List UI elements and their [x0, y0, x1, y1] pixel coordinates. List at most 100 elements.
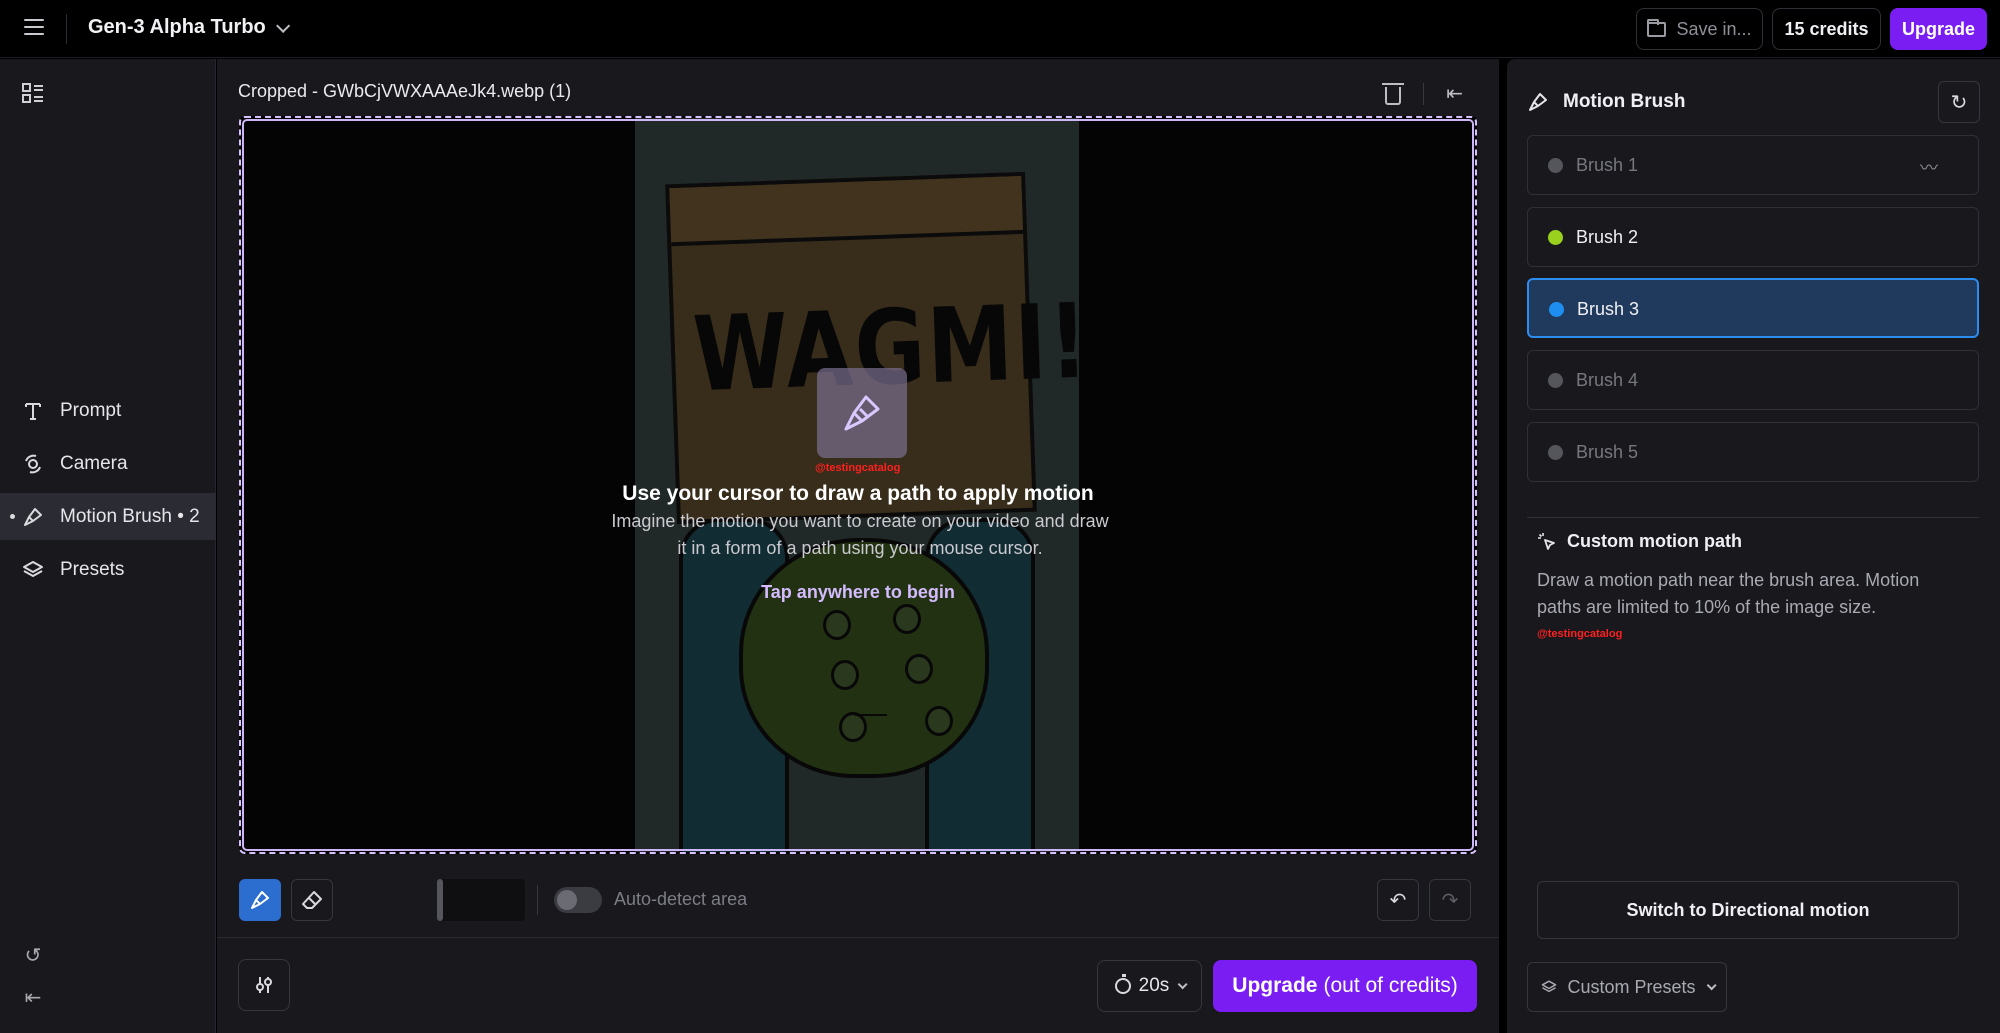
panel-header: Motion Brush: [1527, 91, 1685, 113]
redo-button[interactable]: ↷: [1429, 879, 1471, 921]
brush-color-dot: [1548, 230, 1563, 245]
layers-icon: [1542, 980, 1557, 993]
brush-icon: [844, 395, 880, 431]
undo-icon: ↶: [1389, 889, 1407, 912]
camera-move-icon: [25, 454, 41, 474]
brush-label: Brush 1: [1576, 155, 1639, 175]
brush-toolbar: Auto-detect area ↶ ↷: [239, 879, 1477, 921]
brush-color-dot: [1549, 302, 1564, 317]
settings-button[interactable]: [238, 959, 290, 1011]
chevron-down-icon: [1706, 979, 1717, 990]
auto-detect-toggle[interactable]: [554, 887, 602, 913]
toggle-knob: [557, 890, 577, 910]
reset-button[interactable]: ↻: [1938, 81, 1980, 123]
folder-icon: [1647, 18, 1667, 37]
brush-color-dot: [1548, 158, 1563, 173]
reset-icon: ↻: [1950, 91, 1968, 114]
collapse-panel-icon[interactable]: ⇤: [1446, 81, 1463, 106]
brush-label: Brush 5: [1576, 442, 1639, 462]
left-sidebar: Prompt Camera Motion Brush • 2 Presets ↺…: [0, 59, 216, 1033]
brush-color-dot: [1548, 373, 1563, 388]
history-icon[interactable]: ↺: [22, 945, 44, 967]
editor-panel: Cropped - GWbCjVWXAAAeJk4.webp (1) ⇤ WAG…: [217, 59, 1499, 1033]
sidebar-item-label: Camera: [60, 453, 128, 474]
divider: [1527, 517, 1979, 518]
sidebar-item-label: Motion Brush • 2: [60, 506, 200, 527]
brush-label: Brush 4: [1576, 370, 1639, 390]
motion-brush-canvas[interactable]: WAGMI! @testingcatalog Use your cursor t…: [239, 116, 1477, 854]
redo-icon: ↷: [1441, 889, 1459, 912]
brush-item[interactable]: Brush 4: [1527, 350, 1979, 410]
chevron-down-icon: [275, 18, 290, 33]
panel-title: Motion Brush: [1563, 91, 1686, 112]
layers-icon: [23, 561, 43, 577]
sidebar-item-camera[interactable]: Camera: [0, 440, 216, 487]
watermark: @testingcatalog: [1537, 628, 1623, 640]
collapse-sidebar-icon[interactable]: ⇤: [22, 987, 44, 1009]
tap-to-begin[interactable]: Tap anywhere to begin: [241, 582, 1475, 603]
wave-icon: 〰: [1920, 158, 1938, 178]
instruction-overlay: @testingcatalog Use your cursor to draw …: [241, 118, 1475, 852]
motion-brush-panel: Motion Brush ↻ Brush 1 〰 Brush 2 Brush 3…: [1507, 59, 2000, 1033]
sidebar-item-prompt[interactable]: Prompt: [0, 387, 216, 434]
brush-tile: [817, 368, 907, 458]
active-indicator: [10, 514, 15, 519]
brush-icon: [1529, 93, 1547, 111]
file-title: Cropped - GWbCjVWXAAAeJk4.webp (1): [238, 81, 572, 101]
text-icon: [25, 403, 41, 420]
stopwatch-icon: [1114, 974, 1131, 994]
save-in-button[interactable]: Save in...: [1636, 8, 1763, 50]
switch-directional-motion-button[interactable]: Switch to Directional motion: [1537, 881, 1959, 939]
eraser-tool-button[interactable]: [291, 879, 333, 921]
sliders-icon: [256, 977, 272, 993]
top-bar: Gen-3 Alpha Turbo Save in... 15 credits …: [0, 0, 2000, 58]
pointer-sparkle-icon: [1538, 532, 1555, 550]
generate-sub-label: (out of credits): [1323, 974, 1458, 997]
chevron-down-icon: [1177, 978, 1188, 989]
divider: [66, 14, 67, 44]
brush-color-dot: [1548, 445, 1563, 460]
brush-label: Brush 3: [1577, 299, 1640, 319]
custom-motion-header: Custom motion path: [1537, 531, 1742, 552]
auto-detect-label: Auto-detect area: [614, 889, 748, 909]
brush-item[interactable]: Brush 5: [1527, 422, 1979, 482]
eraser-icon: [302, 891, 322, 909]
brush-size-slider[interactable]: [437, 879, 525, 921]
divider: [217, 937, 1499, 938]
menu-icon[interactable]: [24, 19, 44, 39]
trash-icon[interactable]: [1382, 82, 1405, 105]
undo-button[interactable]: ↶: [1377, 879, 1419, 921]
sidebar-item-presets[interactable]: Presets: [0, 546, 216, 593]
brush-item[interactable]: Brush 1 〰: [1527, 135, 1979, 195]
duration-select[interactable]: 20s: [1097, 960, 1202, 1012]
sidebar-item-label: Presets: [60, 559, 125, 580]
divider: [537, 885, 538, 915]
overlay-title: Use your cursor to draw a path to apply …: [622, 482, 1094, 505]
custom-presets-label: Custom Presets: [1567, 976, 1696, 997]
editor-header-actions: ⇤: [1382, 81, 1463, 106]
duration-value: 20s: [1138, 975, 1170, 996]
credits-button[interactable]: 15 credits: [1772, 8, 1881, 50]
custom-presets-button[interactable]: Custom Presets: [1527, 962, 1727, 1012]
sidebar-item-motion-brush[interactable]: Motion Brush • 2: [0, 493, 216, 540]
brush-icon: [24, 508, 42, 526]
sidebar-item-label: Prompt: [60, 400, 122, 421]
upgrade-button[interactable]: Upgrade: [1890, 8, 1987, 50]
overlay-description: Imagine the motion you want to create on…: [611, 511, 1109, 558]
brush-item[interactable]: Brush 2: [1527, 207, 1979, 267]
watermark: @testingcatalog: [815, 462, 901, 474]
custom-motion-title: Custom motion path: [1567, 531, 1742, 551]
slider-handle[interactable]: [437, 879, 443, 921]
brush-label: Brush 2: [1576, 227, 1639, 247]
brush-tool-button[interactable]: [239, 879, 281, 921]
generate-upgrade-button[interactable]: Upgrade (out of credits): [1213, 960, 1477, 1012]
custom-motion-text: Draw a motion path near the brush area. …: [1537, 570, 1920, 617]
model-selector[interactable]: Gen-3 Alpha Turbo: [88, 16, 290, 39]
assets-icon[interactable]: [22, 83, 44, 103]
brush-icon: [251, 891, 269, 909]
brush-item-selected[interactable]: Brush 3: [1527, 278, 1979, 338]
generate-label: Upgrade: [1232, 974, 1318, 997]
save-in-label: Save in...: [1676, 18, 1752, 39]
model-name: Gen-3 Alpha Turbo: [88, 16, 266, 38]
custom-motion-description: Draw a motion path near the brush area. …: [1537, 567, 1957, 648]
